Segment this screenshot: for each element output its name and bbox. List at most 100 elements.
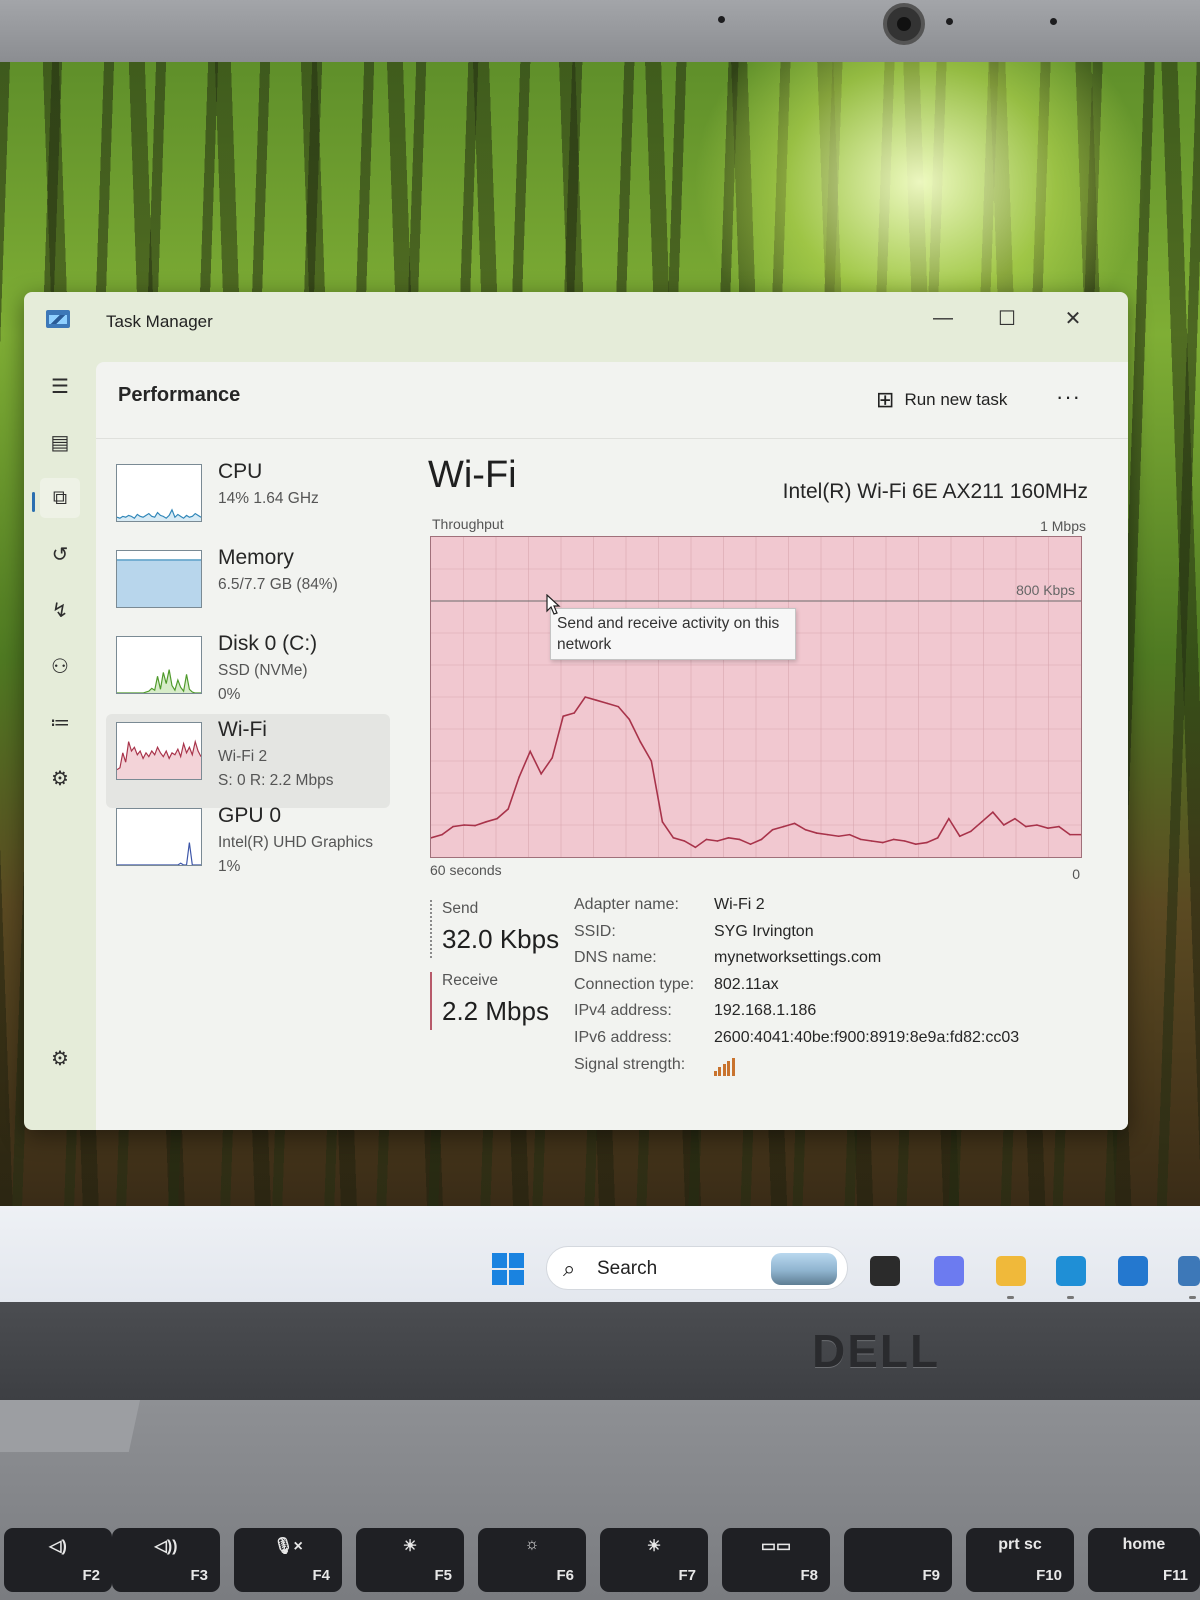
services-icon[interactable]: ⚙ [40,758,80,798]
run-new-task-button[interactable]: ⊞ Run new task [876,380,1007,420]
signal-bar [722,1064,726,1076]
sidebar-item-wi-fi[interactable]: Wi-Fi Wi-Fi 2 S: 0 R: 2.2 Mbps [106,714,390,808]
task-manager-taskbar-icon[interactable] [1178,1256,1200,1286]
receive-data-point [683,840,686,842]
property-key: Adapter name: [574,896,679,913]
more-options-button[interactable]: ··· [1056,384,1081,410]
property-row: DNS name: mynetworksettings.com [574,949,1094,976]
receive-data-point [529,750,531,753]
property-row: IPv4 address: 192.168.1.186 [574,1002,1094,1029]
property-key: Connection type: [574,975,695,993]
sidebar-item-disk-0-c[interactable]: Disk 0 (C:) SSD (NVMe) 0% [106,628,390,722]
sidebar-item-cpu[interactable]: CPU 14% 1.64 GHz [106,456,390,550]
performance-icon[interactable]: ⧉ [40,478,80,518]
receive-data-point [1003,824,1005,826]
property-key: IPv6 address: [574,1028,672,1046]
sidebar-item-detail: SSD (NVMe) [218,662,308,679]
receive-data-point [617,705,620,708]
app-history-icon[interactable]: ↺ [40,534,80,574]
taskbar-search-box[interactable]: ⌕ Search [546,1246,848,1290]
key-function-label: F6 [556,1567,574,1584]
run-new-task-label: Run new task [904,390,1008,409]
receive-data-point [992,811,994,813]
receive-data-point [540,773,542,775]
property-key: DNS name: [574,949,657,967]
page-title: Performance [118,384,241,406]
minimize-button[interactable]: — [916,300,970,336]
hamburger-menu-icon[interactable]: ☰ [40,366,80,406]
search-placeholder: Search [597,1258,658,1279]
sidebar-item-detail: Wi-Fi 2 [218,748,268,765]
store-icon[interactable] [1118,1256,1148,1286]
receive-data-point [815,832,818,834]
sidebar-item-name: CPU [218,460,263,483]
details-icon[interactable]: ≔ [40,702,80,742]
sensor-dot [946,18,953,25]
graph-tooltip: Send and receive activity on this networ… [550,608,796,660]
receive-data-point [970,830,972,833]
receive-data-point [661,821,664,823]
search-highlight-image [771,1253,837,1285]
task-view-icon[interactable] [870,1256,900,1286]
receive-data-point [551,757,554,759]
edge-icon[interactable] [1056,1256,1086,1286]
receive-data-point [1014,817,1016,820]
throughput-graph[interactable]: 800 Kbps [430,536,1082,858]
sidebar-item-memory[interactable]: Memory 6.5/7.7 GB (84%) [106,542,390,636]
receive-data-point [782,825,785,828]
run-task-icon: ⊞ [876,387,895,412]
receive-data-point [1069,833,1071,836]
settings-icon[interactable]: ⚙ [40,1038,80,1078]
receive-data-point [705,838,708,841]
close-button[interactable]: ✕ [1046,300,1100,336]
receive-data-point [595,699,598,701]
sidebar-item-gpu-0[interactable]: GPU 0 Intel(R) UHD Graphics 1% [106,800,390,894]
users-icon[interactable]: ⚇ [40,646,80,686]
receive-data-point [903,840,906,842]
adapter-properties: Adapter name: Wi-Fi 2 SSID: SYG Irvingto… [574,896,1094,1082]
graph-max-label: 1 Mbps [1040,518,1086,534]
key-symbol: ☼ [524,1536,540,1553]
startup-apps-icon[interactable]: ↯ [40,590,80,630]
sidebar-thumbnail-graph [116,636,202,694]
key-symbol: ◁)) [154,1538,178,1555]
processes-icon[interactable]: ▤ [40,422,80,462]
running-indicator [1189,1296,1196,1299]
maximize-button[interactable]: ☐ [980,300,1034,336]
receive-data-point [870,840,873,842]
property-row: SSID: SYG Irvington [574,923,1094,950]
sidebar-item-detail-2: S: 0 R: 2.2 Mbps [218,772,334,789]
receive-data-point [848,833,851,836]
receive-data-point [826,833,829,836]
keyboard-key-f11: home F11 [1088,1528,1200,1592]
keyboard-key-f6: ☼ F6 [478,1528,586,1592]
property-value: 192.168.1.186 [714,1002,817,1020]
sidebar-item-name: Wi-Fi [218,718,267,741]
key-symbol: 🎙× [273,1538,303,1555]
copilot-icon[interactable] [934,1256,964,1286]
window-title: Task Manager [106,312,213,331]
keyboard-key-f8: ▭▭ F8 [722,1528,830,1592]
laptop-bottom-bezel: DELL [0,1302,1200,1400]
send-stat: Send 32.0 Kbps [430,900,570,958]
sidebar-item-detail: Intel(R) UHD Graphics [218,834,374,851]
start-button[interactable] [492,1253,524,1285]
webcam [883,3,925,45]
key-function-label: F11 [1162,1567,1188,1584]
property-value: SYG Irvington [714,922,814,940]
mouse-pointer-icon [546,594,561,615]
receive-data-point [1025,825,1027,828]
receive-data-point [639,741,642,743]
property-value: 2600:4041:40be:f900:8919:8e9a:fd82:cc03 [714,1028,1020,1046]
receive-label: Receive [442,972,498,989]
active-nav-indicator [32,492,35,512]
receive-data-point [804,828,807,831]
file-explorer-icon[interactable] [996,1256,1026,1286]
sidebar-thumbnail-graph [116,550,202,608]
sidebar-item-detail: 6.5/7.7 GB (84%) [218,576,338,593]
key-function-label: F5 [434,1567,452,1584]
sidebar-item-detail-2: 0% [218,686,241,703]
receive-data-point [1058,825,1060,828]
send-value: 32.0 Kbps [442,924,560,954]
receive-data-point [507,808,509,810]
